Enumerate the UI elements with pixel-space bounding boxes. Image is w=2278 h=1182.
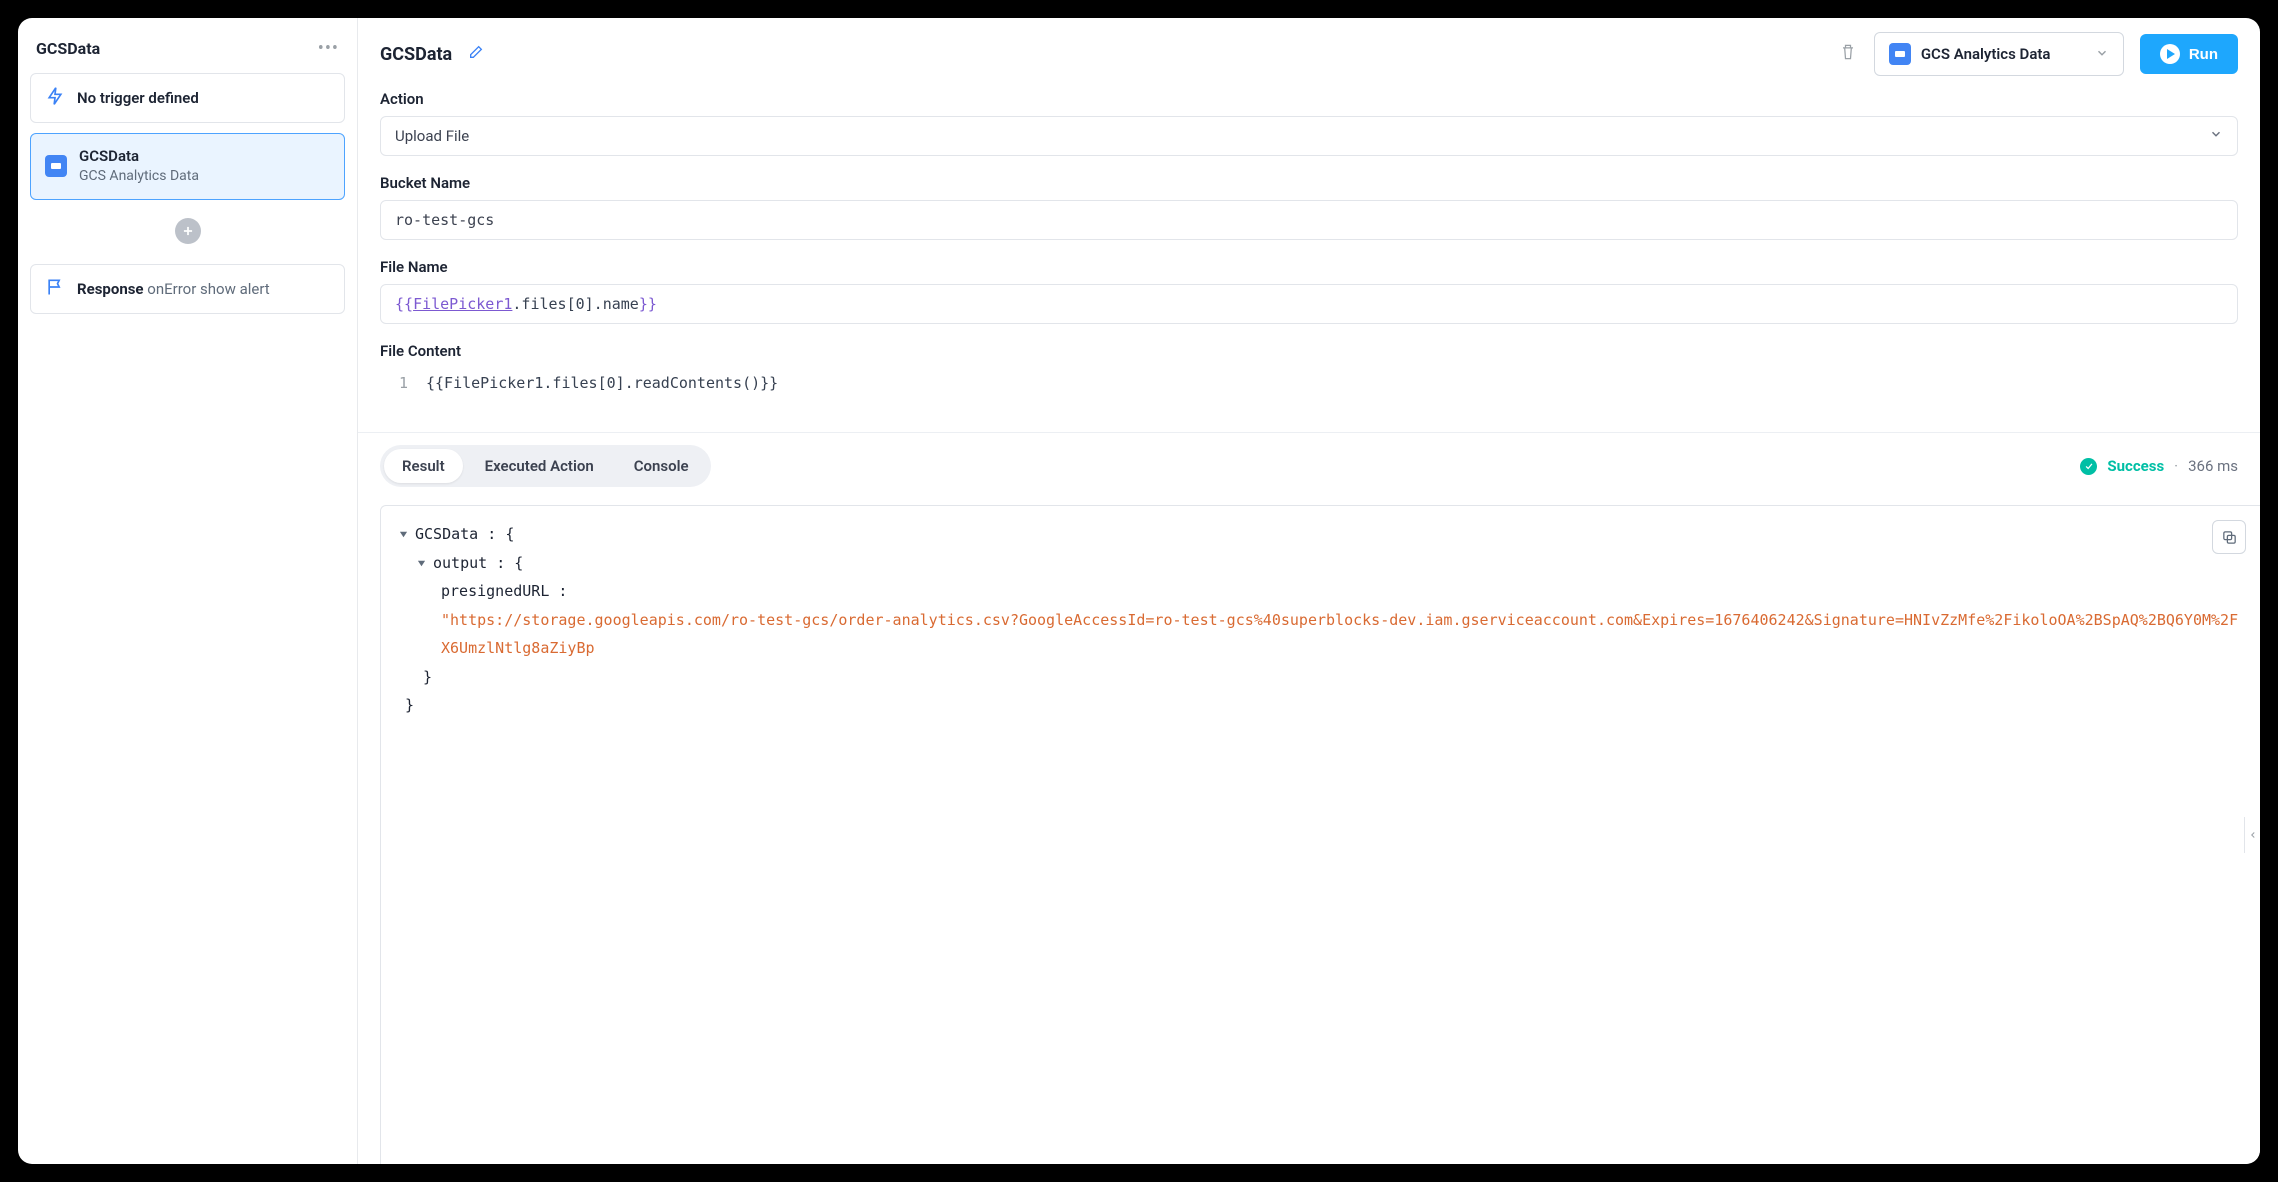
filecontent-field: File Content 1 {{FilePicker1.files[0].re… — [380, 342, 2238, 398]
page-title: GCSData — [380, 44, 452, 65]
action-select[interactable]: Upload File — [380, 116, 2238, 156]
app-window: GCSData ••• No trigger defined GCSData G… — [18, 18, 2260, 1164]
filename-field: File Name {{FilePicker1.files[0].name}} — [380, 258, 2238, 324]
gcs-icon — [45, 155, 67, 177]
play-icon — [2160, 44, 2180, 64]
edit-icon[interactable] — [468, 44, 484, 64]
action-label: Action — [380, 90, 2238, 108]
bolt-icon — [45, 86, 65, 110]
bucket-input[interactable]: ro-test-gcs — [380, 200, 2238, 240]
step-name: GCSData — [79, 146, 199, 167]
filename-input[interactable]: {{FilePicker1.files[0].name}} — [380, 284, 2238, 324]
sidebar: GCSData ••• No trigger defined GCSData G… — [18, 18, 358, 1164]
response-card[interactable]: Response onError show alert — [30, 264, 345, 314]
filecontent-value: {{FilePicker1.files[0].readContents()}} — [426, 374, 778, 392]
main: GCSData GCS Analytics Data Run — [358, 18, 2260, 1164]
check-icon — [2080, 458, 2097, 475]
action-field: Action Upload File — [380, 90, 2238, 156]
result-tabs: Result Executed Action Console — [380, 445, 711, 487]
trash-icon[interactable] — [1838, 42, 1858, 66]
step-card[interactable]: GCSData GCS Analytics Data — [30, 133, 345, 200]
sidebar-header: GCSData ••• — [30, 30, 345, 73]
sidebar-title: GCSData — [36, 39, 100, 58]
trigger-label: No trigger defined — [77, 89, 199, 107]
step-integration: GCS Analytics Data — [79, 167, 199, 187]
expand-panel-handle[interactable] — [2244, 817, 2260, 853]
result-json[interactable]: GCSData : { output : { presignedURL : "h… — [381, 506, 2260, 734]
status-duration: 366 ms — [2188, 457, 2238, 475]
caret-down-icon[interactable] — [399, 520, 409, 549]
trigger-card[interactable]: No trigger defined — [30, 73, 345, 123]
tab-console[interactable]: Console — [616, 449, 707, 483]
status-label: Success — [2107, 457, 2164, 475]
filecontent-label: File Content — [380, 342, 2238, 360]
chevron-down-icon — [2095, 45, 2109, 64]
run-label: Run — [2189, 46, 2218, 63]
more-icon[interactable]: ••• — [318, 38, 339, 59]
copy-button[interactable] — [2212, 520, 2246, 554]
response-prefix: Response — [77, 280, 144, 298]
filecontent-editor[interactable]: 1 {{FilePicker1.files[0].readContents()}… — [380, 368, 2238, 398]
action-value: Upload File — [395, 127, 469, 145]
tab-executed-action[interactable]: Executed Action — [467, 449, 612, 483]
status-area: Success · 366 ms — [2080, 457, 2238, 475]
chevron-down-icon — [2209, 127, 2223, 145]
bucket-field: Bucket Name ro-test-gcs — [380, 174, 2238, 240]
tab-result[interactable]: Result — [384, 449, 463, 483]
response-detail: onError show alert — [147, 280, 269, 298]
add-step-button[interactable] — [175, 218, 201, 244]
step-card-text: GCSData GCS Analytics Data — [79, 146, 199, 187]
caret-down-icon[interactable] — [417, 549, 427, 578]
gcs-icon — [1889, 43, 1911, 65]
bucket-label: Bucket Name — [380, 174, 2238, 192]
top-bar: GCSData GCS Analytics Data Run — [358, 18, 2260, 88]
run-button[interactable]: Run — [2140, 34, 2238, 74]
filename-label: File Name — [380, 258, 2238, 276]
line-number: 1 — [390, 374, 408, 392]
bucket-value: ro-test-gcs — [395, 211, 494, 229]
presigned-url-value: "https://storage.googleapis.com/ro-test-… — [441, 606, 2242, 663]
form-area: Action Upload File Bucket Name ro-test-g… — [358, 88, 2260, 432]
result-bar: Result Executed Action Console Success ·… — [358, 432, 2260, 499]
integration-select-label: GCS Analytics Data — [1921, 45, 2051, 63]
integration-select[interactable]: GCS Analytics Data — [1874, 32, 2124, 76]
response-text: Response onError show alert — [77, 280, 270, 298]
result-panel: GCSData : { output : { presignedURL : "h… — [380, 505, 2260, 1164]
flag-icon — [45, 277, 65, 301]
